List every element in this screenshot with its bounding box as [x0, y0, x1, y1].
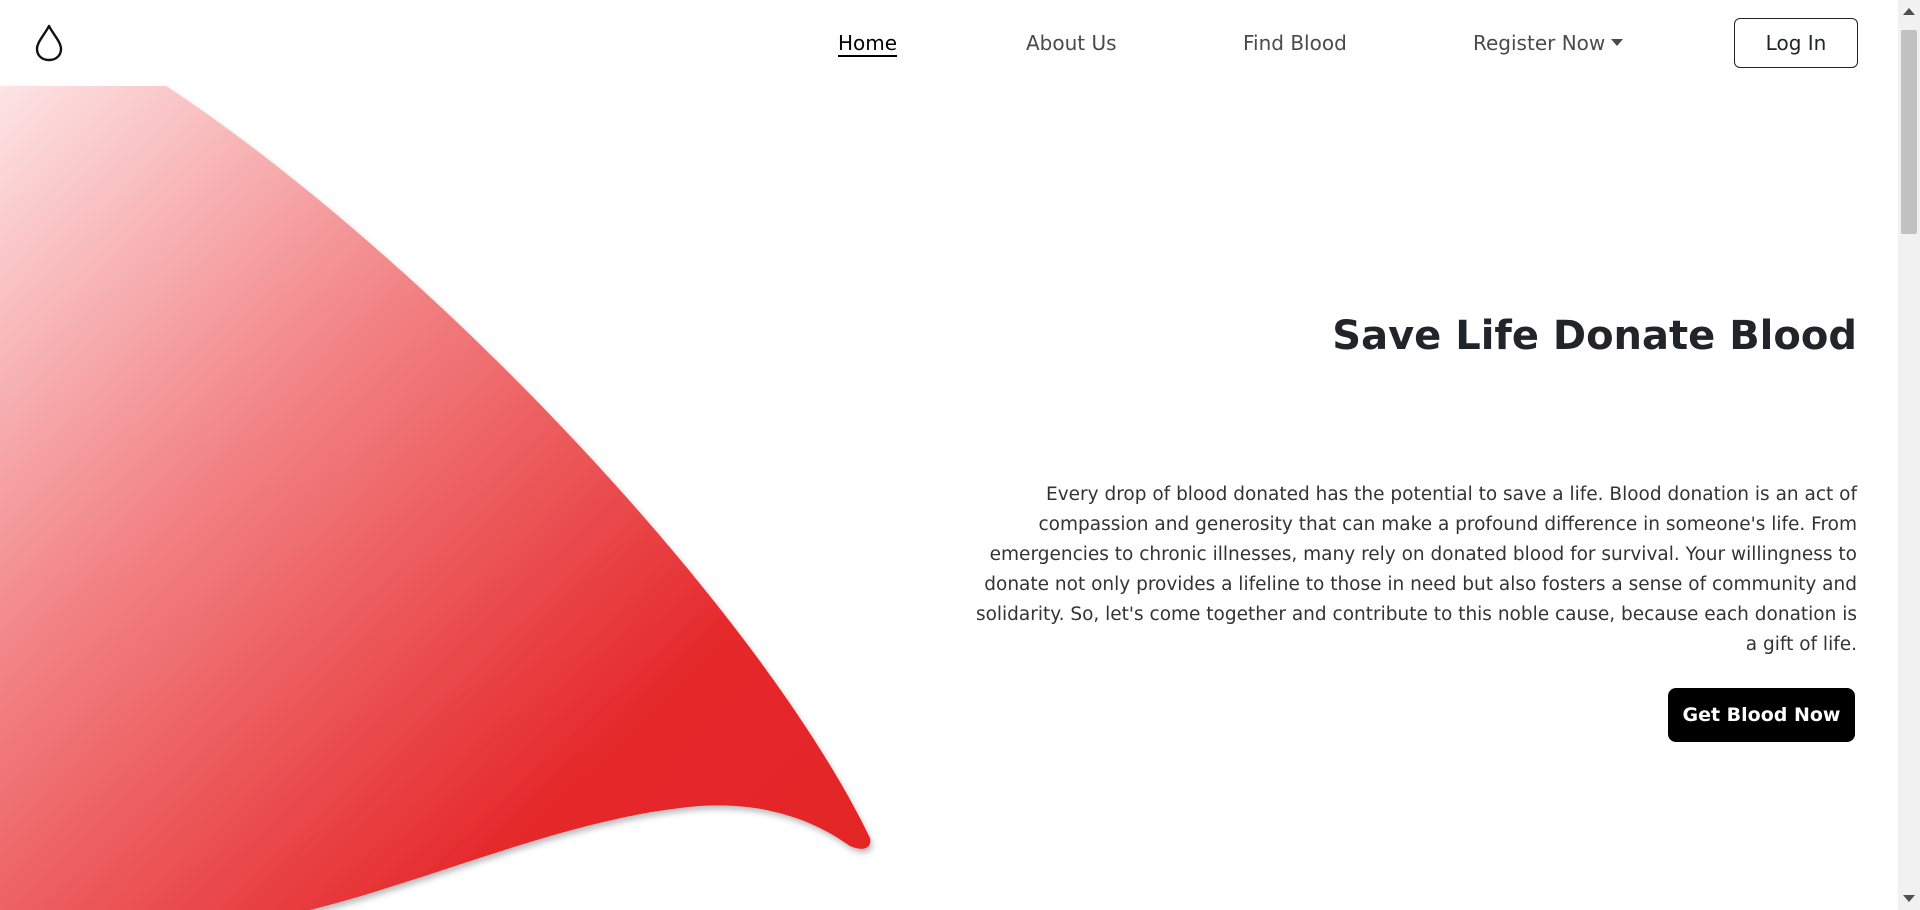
scrollbar-thumb[interactable]: [1901, 30, 1917, 234]
nav-link-home[interactable]: Home: [838, 30, 897, 56]
nav-link-register-now[interactable]: Register Now: [1473, 30, 1624, 56]
page: Home About Us Find Blood Register Now Lo…: [0, 0, 1920, 910]
blood-drop-icon: [35, 24, 63, 62]
caret-down-icon: [1611, 39, 1624, 46]
nav-link-find-blood[interactable]: Find Blood: [1243, 30, 1347, 56]
scroll-down-arrow-icon[interactable]: [1903, 895, 1915, 902]
hero-title: Save Life Donate Blood: [1332, 313, 1857, 359]
scroll-up-arrow-icon[interactable]: [1903, 8, 1915, 15]
vertical-scrollbar[interactable]: [1898, 0, 1920, 910]
hero-description: Every drop of blood donated has the pote…: [975, 484, 1857, 655]
nav-link-about-us[interactable]: About Us: [1026, 30, 1117, 56]
navbar: Home About Us Find Blood Register Now Lo…: [0, 0, 1898, 87]
get-blood-now-button[interactable]: Get Blood Now: [1668, 688, 1855, 742]
red-wave-graphic: [0, 86, 871, 910]
register-now-label: Register Now: [1473, 31, 1606, 55]
logo[interactable]: [16, 10, 82, 76]
login-button[interactable]: Log In: [1734, 18, 1858, 68]
